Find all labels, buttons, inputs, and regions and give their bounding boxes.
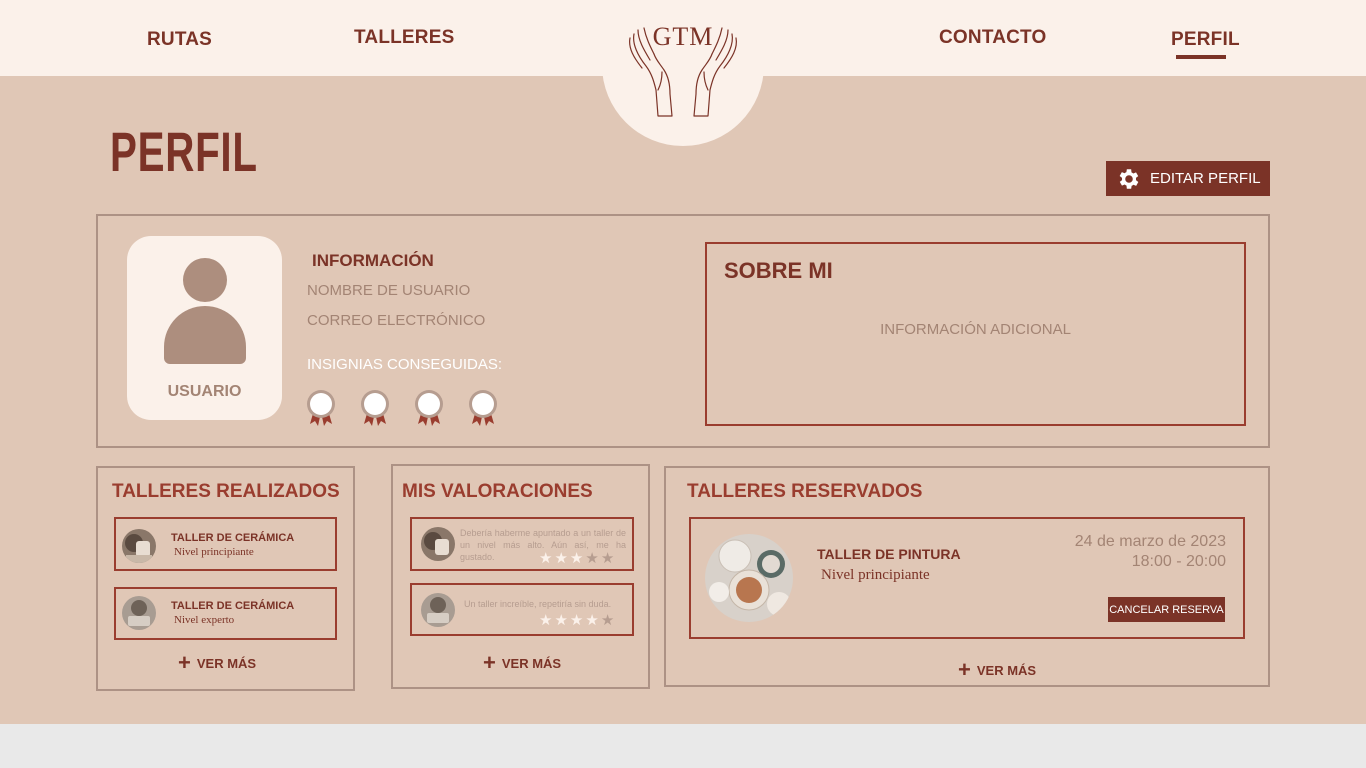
about-me-info: INFORMACIÓN ADICIONAL: [880, 321, 1071, 338]
username-field: NOMBRE DE USUARIO: [307, 282, 471, 299]
review-text: Un taller increíble, repetiría sin duda.: [464, 599, 612, 609]
see-more-workshops-done-button[interactable]: + VER MÁS: [178, 652, 256, 674]
plus-icon: +: [958, 657, 971, 682]
gear-icon: [1119, 168, 1139, 189]
edit-profile-label: EDITAR PERFIL: [1150, 170, 1261, 187]
reserved-workshop-time: 18:00 - 20:00: [1131, 553, 1226, 570]
reserved-workshop-image: [705, 534, 793, 622]
workshop-name: TALLER DE CERÁMICA: [171, 600, 295, 612]
see-more-label: VER MÁS: [501, 655, 562, 671]
cancel-reservation-button[interactable]: CANCELAR RESERVA: [1108, 597, 1225, 622]
person-icon-body: [164, 306, 246, 364]
nav-perfil[interactable]: PERFIL: [1171, 29, 1240, 51]
nav-talleres[interactable]: TALLERES: [354, 27, 454, 49]
page-title: PERFIL: [110, 120, 258, 183]
review-rating: ★★★★★: [539, 611, 616, 629]
badge-icon[interactable]: [468, 388, 498, 428]
reserved-workshop-date: 24 de marzo de 2023: [1074, 533, 1226, 550]
workshop-level: Nivel experto: [174, 614, 235, 626]
see-more-reviews-button[interactable]: + VER MÁS: [483, 652, 561, 674]
star-icon: ★: [600, 550, 617, 567]
reserved-workshops-title: TALLERES RESERVADOS: [687, 481, 923, 502]
badge-icon[interactable]: [414, 388, 444, 428]
workshop-level: Nivel principiante: [174, 546, 254, 558]
workshops-done-title: TALLERES REALIZADOS: [112, 481, 340, 502]
review-thumbnail: [421, 527, 455, 561]
nav-rutas[interactable]: RUTAS: [147, 29, 212, 51]
nav-active-indicator: [1176, 55, 1226, 59]
badge-icon[interactable]: [306, 388, 336, 428]
info-title: INFORMACIÓN: [312, 251, 434, 270]
star-icon: ★: [585, 612, 601, 629]
workshop-name: TALLER DE CERÁMICA: [171, 532, 295, 544]
hands-logo-icon: [629, 27, 737, 117]
person-icon-head: [183, 258, 227, 302]
workshop-thumbnail: [122, 596, 156, 630]
email-field: CORREO ELECTRÓNICO: [307, 312, 486, 329]
reviews-title: MIS VALORACIONES: [402, 481, 593, 502]
nav-contacto[interactable]: CONTACTO: [939, 27, 1047, 49]
badges-label: INSIGNIAS CONSEGUIDAS:: [307, 356, 503, 373]
avatar-label: USUARIO: [167, 383, 242, 400]
plus-icon: +: [483, 650, 496, 675]
avatar[interactable]: USUARIO: [127, 236, 282, 420]
workshop-thumbnail: [122, 529, 156, 563]
star-icon: ★: [539, 612, 555, 629]
star-icon: ★: [554, 550, 570, 567]
reserved-workshop-level: Nivel principiante: [821, 567, 930, 583]
star-icon: ★: [569, 612, 586, 629]
reserved-workshop-name: TALLER DE PINTURA: [817, 546, 961, 562]
star-icon: ★: [569, 550, 586, 567]
plus-icon: +: [178, 650, 191, 675]
see-more-label: VER MÁS: [976, 662, 1037, 678]
review-thumbnail: [421, 593, 455, 627]
star-icon: ★: [554, 612, 570, 629]
see-more-reserved-button[interactable]: + VER MÁS: [958, 659, 1036, 681]
star-icon: ★: [585, 550, 601, 567]
edit-profile-button[interactable]: EDITAR PERFIL: [1106, 161, 1270, 196]
see-more-label: VER MÁS: [196, 655, 257, 671]
star-icon: ★: [600, 612, 617, 629]
badge-icon[interactable]: [360, 388, 390, 428]
star-icon: ★: [539, 550, 555, 567]
review-rating: ★★★★★: [539, 549, 616, 567]
about-me-title: SOBRE MI: [724, 258, 833, 283]
